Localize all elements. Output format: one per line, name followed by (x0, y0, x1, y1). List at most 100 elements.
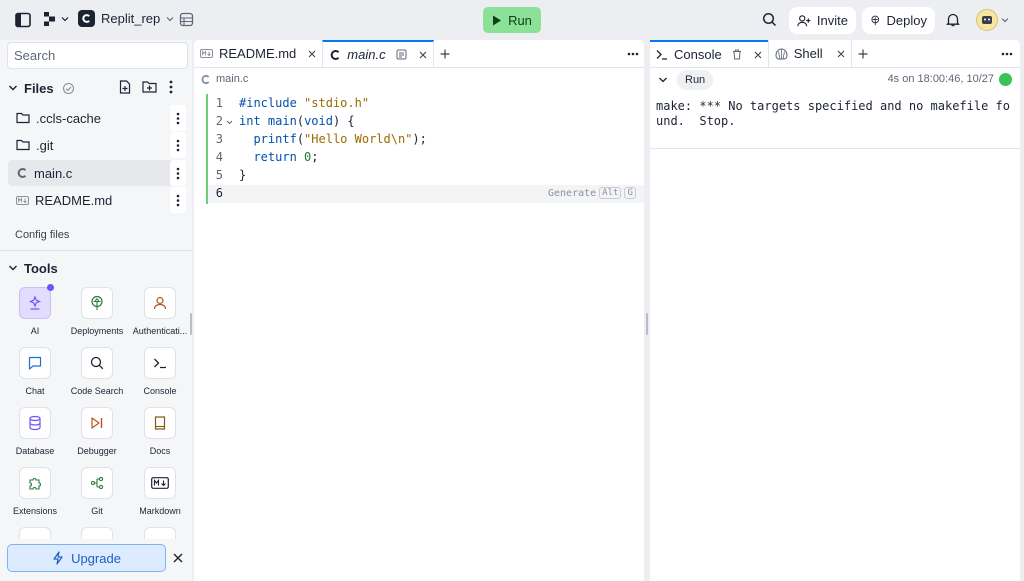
c-language-icon (78, 10, 95, 27)
markdown-file-icon (200, 49, 213, 58)
file-item-main-c[interactable]: main.c (8, 160, 186, 186)
repl-name-menu[interactable]: Replit_rep (78, 10, 174, 27)
c-file-icon (17, 168, 27, 178)
run-chip[interactable]: Run (677, 70, 714, 90)
file-name: .ccls-cache (36, 110, 102, 126)
chevron-down-icon[interactable] (658, 75, 668, 85)
bell-icon[interactable] (946, 12, 960, 27)
search-input[interactable]: Search (7, 42, 188, 69)
generate-label: Generate (548, 187, 597, 199)
fold-chevron-icon[interactable] (226, 119, 233, 126)
search-icon (81, 347, 113, 379)
tool-database[interactable]: Database (5, 407, 65, 456)
chevron-down-icon (9, 85, 17, 91)
resize-handle[interactable] (190, 313, 192, 335)
file-name: .git (36, 137, 54, 153)
preview-icon[interactable] (396, 49, 407, 60)
file-item-readme[interactable]: README.md (8, 187, 186, 213)
notification-dot (47, 284, 54, 291)
more-icon[interactable] (1001, 52, 1013, 56)
tool-label: AI (30, 326, 40, 336)
console-output-line: und. Stop. (656, 114, 736, 128)
file-name: main.c (34, 165, 73, 181)
editor-panel: README.md main.c main.c 1 2 3 4 5 6 #inc… (194, 39, 644, 581)
tab-label: Shell (793, 46, 823, 61)
deploy-button[interactable]: Deploy (862, 7, 935, 34)
sidebar: Search Files .ccls-cache .git main.c REA… (0, 40, 192, 581)
new-folder-icon[interactable] (142, 81, 157, 93)
tab-label: main.c (347, 47, 386, 62)
tool-ai[interactable]: AI (5, 284, 65, 336)
avatar (976, 9, 998, 31)
invite-button[interactable]: Invite (789, 7, 856, 34)
close-icon[interactable] (308, 50, 316, 58)
tool-partial (144, 527, 176, 539)
trash-icon[interactable] (732, 49, 742, 60)
avatar-face-icon (982, 16, 992, 24)
new-tab-button[interactable] (434, 40, 456, 68)
new-tab-button[interactable] (852, 40, 874, 68)
user-menu[interactable] (976, 9, 1009, 31)
upgrade-button[interactable]: Upgrade (7, 544, 166, 572)
run-button[interactable]: Run (483, 7, 541, 33)
more-icon[interactable] (627, 52, 639, 56)
git-icon (81, 467, 113, 499)
close-icon[interactable] (173, 553, 183, 563)
tool-console[interactable]: Console (130, 347, 190, 396)
close-icon[interactable] (837, 50, 845, 58)
folder-icon (16, 139, 30, 151)
tool-markdown[interactable]: Markdown (130, 467, 190, 516)
chevron-down-icon (9, 265, 17, 271)
tool-code-search[interactable]: Code Search (67, 347, 127, 396)
files-section-header[interactable]: Files (8, 78, 188, 98)
tab-shell[interactable]: Shell (767, 39, 852, 68)
tool-label: Markdown (139, 506, 181, 516)
close-icon[interactable] (754, 51, 762, 59)
tab-main-c[interactable]: main.c (322, 39, 434, 68)
new-file-icon[interactable] (119, 80, 131, 94)
file-more-icon[interactable] (170, 187, 186, 213)
replit-logo-menu[interactable] (42, 11, 69, 27)
code-area[interactable]: 1 2 3 4 5 6 #include "stdio.h" int main(… (194, 94, 644, 206)
file-more-icon[interactable] (170, 132, 186, 158)
file-more-icon[interactable] (170, 160, 186, 186)
line-number: 6 (215, 186, 223, 200)
generate-hint[interactable]: Generate Alt G (548, 187, 636, 199)
line-number: 3 (215, 132, 223, 146)
tool-authentication[interactable]: Authenticati... (130, 287, 190, 336)
sidebar-toggle-icon[interactable] (14, 11, 32, 29)
file-more-icon[interactable] (170, 105, 186, 131)
tool-partial (81, 527, 113, 539)
run-label: Run (508, 12, 532, 28)
console-output-line: make: *** No targets specified and no ma… (656, 99, 1011, 113)
divider (650, 148, 1020, 149)
upgrade-label: Upgrade (71, 550, 121, 566)
file-item-git[interactable]: .git (8, 132, 186, 158)
close-icon[interactable] (419, 51, 427, 59)
lightning-icon (53, 551, 63, 565)
tool-debugger[interactable]: Debugger (67, 407, 127, 456)
tab-readme[interactable]: README.md (194, 40, 322, 68)
editor-tab-bar: README.md main.c (194, 39, 644, 68)
tab-console[interactable]: Console (650, 39, 768, 68)
file-item-ccls-cache[interactable]: .ccls-cache (8, 105, 186, 131)
tool-label: Docs (149, 446, 171, 456)
files-more-icon[interactable] (169, 80, 173, 94)
workspace-icon[interactable] (179, 12, 194, 27)
run-timestamp: 4s on 18:00:46, 10/27 (887, 73, 994, 85)
repl-name: Replit_rep (101, 11, 161, 26)
tool-chat[interactable]: Chat (5, 347, 65, 396)
resize-handle[interactable] (646, 313, 648, 335)
line-number: 1 (215, 96, 223, 110)
tool-label: Chat (25, 386, 45, 396)
tools-title: Tools (24, 260, 58, 276)
search-icon[interactable] (762, 12, 777, 27)
tools-section-header[interactable]: Tools (8, 258, 188, 278)
config-files-link[interactable]: Config files (15, 229, 69, 241)
puzzle-icon (19, 467, 51, 499)
tool-docs[interactable]: Docs (130, 407, 190, 456)
breadcrumb[interactable]: main.c (200, 73, 248, 85)
tool-git[interactable]: Git (67, 467, 127, 516)
tool-extensions[interactable]: Extensions (5, 467, 65, 516)
tool-deployments[interactable]: Deployments (67, 287, 127, 336)
